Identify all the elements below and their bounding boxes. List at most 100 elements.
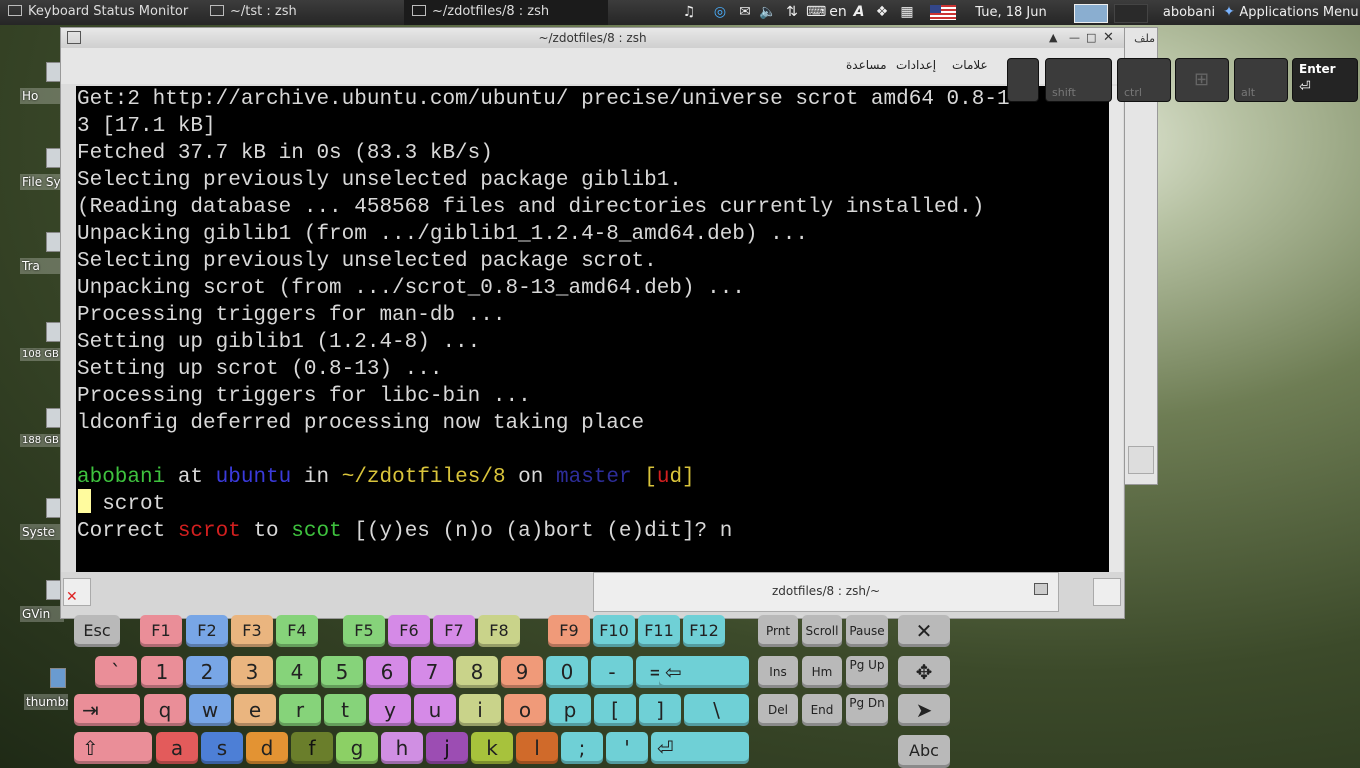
key-i[interactable]: i [459, 694, 501, 726]
key-5[interactable]: 5 [321, 656, 363, 688]
key-backslash[interactable]: \ [684, 694, 749, 726]
menu-help[interactable]: مساعدة [846, 58, 887, 72]
key-2[interactable]: 2 [186, 656, 228, 688]
key-o[interactable]: o [504, 694, 546, 726]
key-a[interactable]: a [156, 732, 198, 764]
keyboard-icon[interactable]: ⌨ [806, 0, 826, 25]
key-f[interactable]: f [291, 732, 333, 764]
new-tab-icon[interactable] [1128, 446, 1154, 474]
updown-arrows-icon[interactable]: ⇅ [783, 0, 801, 25]
menu-bookmarks[interactable]: علامات [952, 58, 988, 72]
desktop-icon-188gb[interactable]: 188 GB [20, 408, 64, 447]
key-tab[interactable]: ⇥ [74, 694, 140, 726]
key-f6[interactable]: F6 [388, 615, 430, 647]
clock[interactable]: Tue, 18 Jun 09:56 [958, 0, 1064, 45]
desktop-icon-gvim[interactable]: GVin [20, 580, 64, 622]
key-f1[interactable]: F1 [140, 615, 182, 647]
key-page-up[interactable]: Pg Up [846, 656, 888, 688]
taskbar-item-zdotfiles-zsh[interactable]: ~/zdotfiles/8 : zsh [404, 0, 608, 25]
key-lbracket[interactable]: [ [594, 694, 636, 726]
key-p[interactable]: p [549, 694, 591, 726]
key-f9[interactable]: F9 [548, 615, 590, 647]
minimize-icon[interactable]: — [1069, 28, 1080, 48]
volume-off-icon[interactable]: ♫ [680, 0, 698, 25]
network-icon[interactable]: ◎ [710, 0, 730, 25]
key-f4[interactable]: F4 [276, 615, 318, 647]
key-j[interactable]: j [426, 732, 468, 764]
key-6[interactable]: 6 [366, 656, 408, 688]
xfce-logo-icon[interactable]: ✦ [1222, 0, 1236, 25]
new-tab-icon[interactable] [1093, 578, 1121, 606]
user-menu[interactable]: abobani [1158, 0, 1220, 25]
keyboard-move-icon[interactable]: ✥ [898, 656, 950, 688]
desktop-icon-home[interactable]: Ho [20, 62, 64, 104]
key-e[interactable]: e [234, 694, 276, 726]
key-t[interactable]: t [324, 694, 366, 726]
terminal-window[interactable]: ~/zdotfiles/8 : zsh ▲ — □ ✕ علامات إعداد… [60, 27, 1125, 619]
key-3[interactable]: 3 [231, 656, 273, 688]
key-u[interactable]: u [414, 694, 456, 726]
desktop-icon-thumbnails[interactable]: thumbr [24, 668, 68, 710]
keyboard-close-icon[interactable]: ✕ [898, 615, 950, 647]
move-up-icon[interactable]: ▲ [1049, 28, 1057, 48]
key-f10[interactable]: F10 [593, 615, 635, 647]
key-end[interactable]: End [802, 694, 842, 726]
key-f5[interactable]: F5 [343, 615, 385, 647]
key-f8[interactable]: F8 [478, 615, 520, 647]
key-l[interactable]: l [516, 732, 558, 764]
menu-settings[interactable]: إعدادات [896, 58, 936, 72]
key-esc[interactable]: Esc [74, 615, 120, 647]
key-f3[interactable]: F3 [231, 615, 273, 647]
key-8[interactable]: 8 [456, 656, 498, 688]
key-w[interactable]: w [189, 694, 231, 726]
desktop-icon-trash[interactable]: Tra [20, 232, 64, 274]
key-enter[interactable]: ⏎ [651, 732, 749, 764]
key-print[interactable]: Prnt [758, 615, 798, 647]
close-icon[interactable]: ✕ [1103, 28, 1114, 48]
menu-file[interactable]: ملف [1134, 32, 1155, 45]
key-backtick[interactable]: ` [95, 656, 137, 688]
key-0[interactable]: 0 [546, 656, 588, 688]
taskbar-item-keyboard-status[interactable]: Keyboard Status Monitor [0, 0, 200, 25]
workspace-2-thumb[interactable] [1112, 0, 1150, 25]
key-page-down[interactable]: Pg Dn [846, 694, 888, 726]
key-backspace[interactable]: ⇦ [659, 656, 749, 688]
font-icon[interactable]: A [851, 0, 867, 25]
key-shift[interactable]: ⇧ [74, 732, 152, 764]
key-f11[interactable]: F11 [638, 615, 680, 647]
key-pause[interactable]: Pause [846, 615, 888, 647]
key-y[interactable]: y [369, 694, 411, 726]
key-d[interactable]: d [246, 732, 288, 764]
key-home[interactable]: Hm [802, 656, 842, 688]
dropbox-icon[interactable]: ❖ [872, 0, 892, 25]
key-abc-layout[interactable]: Abc [898, 735, 950, 768]
keyboard-layout[interactable]: en [828, 0, 848, 25]
workspace-1-thumb[interactable] [1072, 0, 1110, 25]
key-minus[interactable]: - [591, 656, 633, 688]
key-g[interactable]: g [336, 732, 378, 764]
key-f7[interactable]: F7 [433, 615, 475, 647]
key-s[interactable]: s [201, 732, 243, 764]
desktop-icon-system[interactable]: Syste [20, 498, 64, 540]
key-semicolon[interactable]: ; [561, 732, 603, 764]
volume-icon[interactable]: 🔈 [758, 0, 778, 25]
key-insert[interactable]: Ins [758, 656, 798, 688]
key-h[interactable]: h [381, 732, 423, 764]
key-delete[interactable]: Del [758, 694, 798, 726]
applications-menu[interactable]: Applications Menu [1238, 0, 1360, 25]
key-quote[interactable]: ' [606, 732, 648, 764]
scrollbar[interactable] [1109, 86, 1123, 572]
key-4[interactable]: 4 [276, 656, 318, 688]
key-f2[interactable]: F2 [186, 615, 228, 647]
key-scroll[interactable]: Scroll [802, 615, 842, 647]
key-q[interactable]: q [144, 694, 186, 726]
close-tab-icon[interactable]: ✕ [63, 578, 91, 606]
pointer-icon[interactable]: ➤ [898, 694, 950, 726]
mail-icon[interactable]: ✉ [735, 0, 755, 25]
window-titlebar[interactable]: ~/zdotfiles/8 : zsh ▲ — □ ✕ [61, 28, 1124, 48]
maximize-icon[interactable]: □ [1086, 28, 1096, 48]
desktop-icon-filesystem[interactable]: File Sy [20, 148, 64, 190]
desktop-icon-108gb[interactable]: 108 GB [20, 322, 64, 361]
key-f12[interactable]: F12 [683, 615, 725, 647]
terminal-output[interactable]: Get:2 http://archive.ubuntu.com/ubuntu/ … [76, 86, 1123, 572]
